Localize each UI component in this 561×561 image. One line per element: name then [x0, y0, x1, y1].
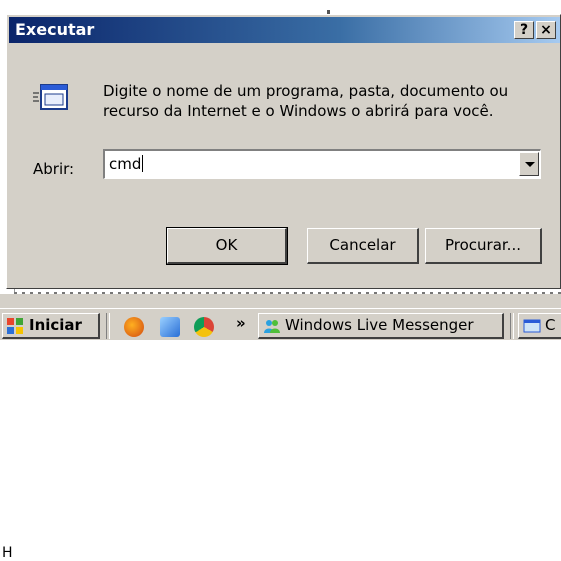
- task-label: Windows Live Messenger: [285, 316, 474, 334]
- run-dialog: Executar ? × Digite o nome de um program…: [6, 14, 561, 289]
- close-button[interactable]: ×: [536, 21, 556, 39]
- dropdown-button[interactable]: [519, 152, 539, 176]
- quick-launch-overflow-button[interactable]: »: [236, 314, 246, 332]
- open-label: Abrir:: [33, 160, 75, 178]
- taskbar-separator: [510, 313, 514, 339]
- windows-logo-icon: [7, 318, 23, 334]
- ok-button[interactable]: OK: [166, 227, 288, 265]
- start-label: Iniciar: [29, 316, 82, 334]
- dialog-description: Digite o nome de um programa, pasta, doc…: [103, 82, 509, 120]
- title-bar[interactable]: Executar ? ×: [9, 17, 560, 43]
- background-window: [0, 0, 561, 10]
- open-input[interactable]: cmd: [109, 155, 144, 173]
- messenger-icon[interactable]: [160, 317, 180, 337]
- background-text: H: [2, 545, 13, 561]
- messenger-people-icon: [264, 320, 280, 333]
- task-windows-live-messenger[interactable]: Windows Live Messenger: [258, 313, 504, 339]
- run-icon: [33, 84, 68, 110]
- background-strip: [0, 294, 561, 308]
- text-caret: [142, 155, 144, 172]
- open-combobox[interactable]: cmd: [103, 149, 541, 179]
- task-label: C: [545, 316, 556, 334]
- dialog-title: Executar: [15, 20, 95, 39]
- start-button[interactable]: Iniciar: [2, 313, 100, 339]
- firefox-icon[interactable]: [124, 317, 144, 337]
- browse-button[interactable]: Procurar...: [425, 228, 542, 264]
- task-other-window[interactable]: C: [518, 313, 561, 339]
- taskbar: Iniciar » Windows Live Messenger C: [0, 308, 561, 340]
- taskbar-separator: [106, 313, 110, 339]
- cancel-button[interactable]: Cancelar: [307, 228, 419, 264]
- help-button[interactable]: ?: [514, 21, 534, 39]
- chevron-down-icon: [525, 162, 535, 167]
- window-icon: [523, 319, 541, 333]
- chrome-icon[interactable]: [194, 317, 214, 337]
